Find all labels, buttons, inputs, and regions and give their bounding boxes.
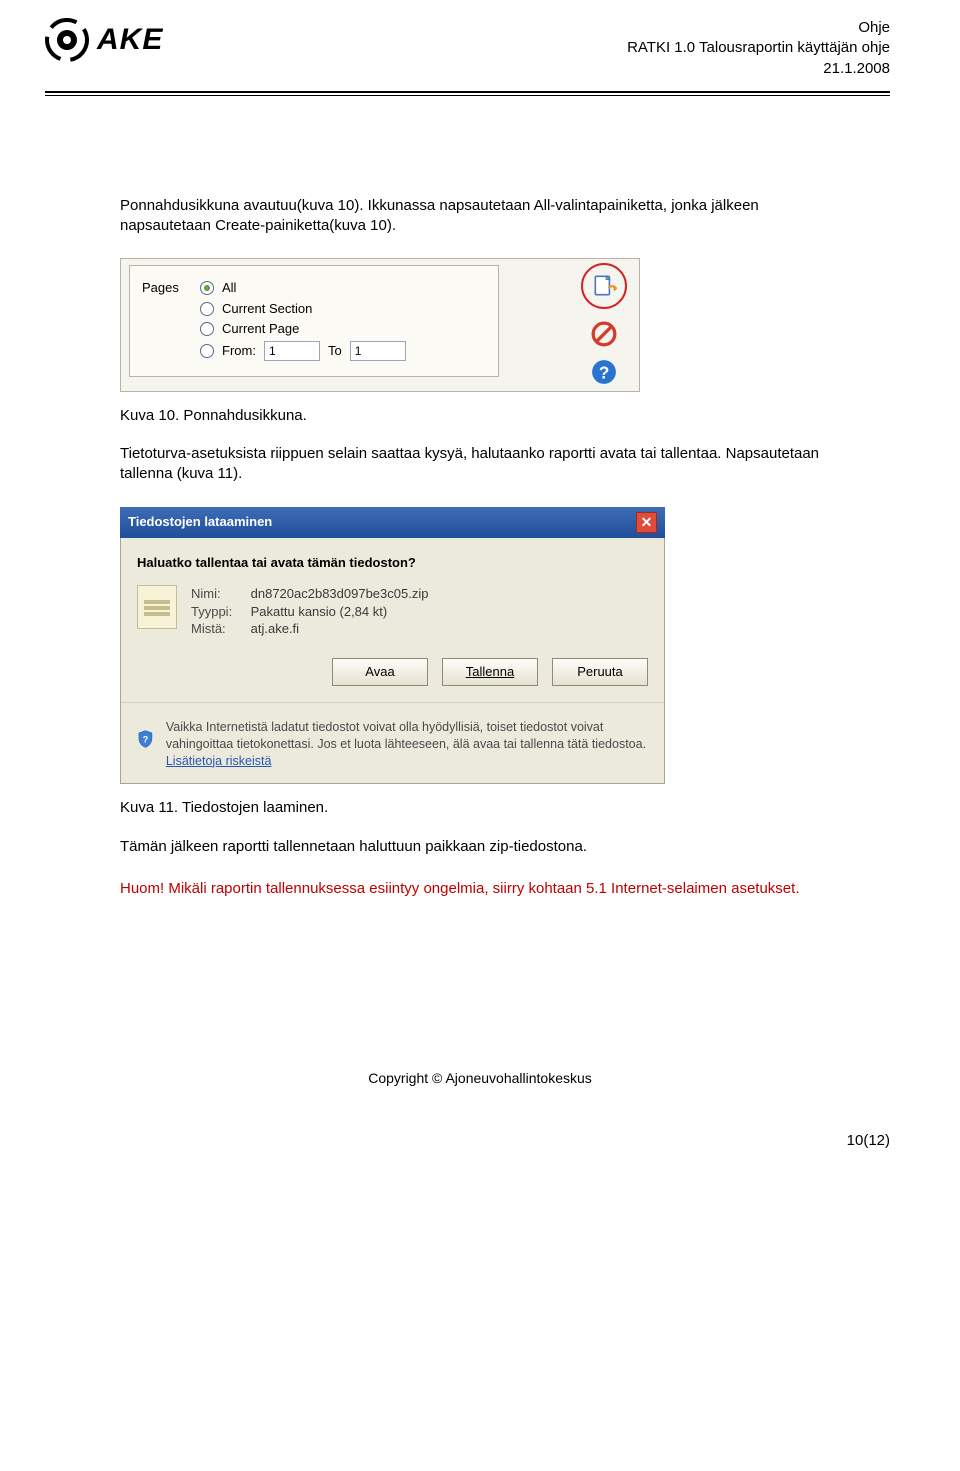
paragraph: Tämän jälkeen raportti tallennetaan halu… (120, 837, 840, 857)
radio-all[interactable] (200, 281, 214, 295)
logo-icon (45, 18, 89, 62)
from-label: From: (222, 342, 256, 360)
pages-group: Pages All Current Section Current Page F… (129, 265, 499, 377)
type-label: Tyyppi: (191, 603, 247, 621)
dialog-title: Tiedostojen lataaminen (128, 513, 272, 531)
header-line-2: RATKI 1.0 Talousraportin käyttäjän ohje (627, 38, 890, 58)
document-body: Ponnahdusikkuna avautuu(kuva 10). Ikkuna… (0, 96, 960, 1128)
cancel-icon[interactable] (591, 321, 617, 347)
shield-icon: ? (137, 719, 154, 759)
dialog-warning: ? Vaikka Internetistä ladatut tiedostot … (137, 719, 648, 770)
radio-all-label: All (222, 279, 236, 297)
radio-current-page[interactable] (200, 322, 214, 336)
figure-caption-10: Kuva 10. Ponnahdusikkuna. (120, 406, 840, 426)
brand-name: AKE (97, 23, 163, 57)
pages-panel: Pages All Current Section Current Page F… (120, 258, 640, 392)
svg-text:?: ? (143, 734, 149, 744)
export-icon[interactable] (591, 273, 617, 299)
cancel-button[interactable]: Peruuta (552, 658, 648, 686)
save-button[interactable]: Tallenna (442, 658, 538, 686)
radio-current-page-label: Current Page (222, 320, 299, 338)
file-icon (137, 585, 177, 629)
from-label: Mistä: (191, 620, 247, 638)
close-icon[interactable]: ✕ (636, 512, 657, 533)
help-icon[interactable]: ? (591, 359, 617, 385)
pages-label: Pages (142, 279, 192, 297)
figure-caption-11: Kuva 11. Tiedostojen laaminen. (120, 798, 840, 818)
risk-info-link[interactable]: Lisätietoja riskeistä (166, 754, 272, 768)
dialog-buttons: Avaa Tallenna Peruuta (137, 658, 648, 686)
header-meta: Ohje RATKI 1.0 Talousraportin käyttäjän … (627, 18, 890, 79)
download-dialog: Tiedostojen lataaminen ✕ Haluatko tallen… (120, 507, 665, 785)
warning-paragraph: Huom! Mikäli raportin tallennuksessa esi… (120, 879, 840, 899)
dialog-question: Haluatko tallentaa tai avata tämän tiedo… (137, 554, 648, 572)
warning-text: Vaikka Internetistä ladatut tiedostot vo… (166, 720, 646, 751)
radio-from[interactable] (200, 344, 214, 358)
panel-side-icons: ? (581, 263, 627, 385)
open-button[interactable]: Avaa (332, 658, 428, 686)
dialog-body: Haluatko tallentaa tai avata tämän tiedo… (120, 538, 665, 785)
paragraph: Ponnahdusikkuna avautuu(kuva 10). Ikkuna… (120, 196, 840, 237)
from-value: atj.ake.fi (251, 621, 299, 636)
to-label: To (328, 342, 342, 360)
page-number: 10(12) (0, 1128, 960, 1173)
dialog-separator (121, 702, 664, 703)
radio-current-section[interactable] (200, 302, 214, 316)
copyright: Copyright © Ajoneuvohallintokeskus (120, 1069, 840, 1088)
type-value: Pakattu kansio (2,84 kt) (251, 604, 388, 619)
header-line-3: 21.1.2008 (627, 59, 890, 79)
brand-logo: AKE (45, 18, 163, 62)
paragraph: Tietoturva-asetuksista riippuen selain s… (120, 444, 840, 485)
name-value: dn8720ac2b83d097be3c05.zip (251, 586, 429, 601)
create-icon-highlight (581, 263, 627, 309)
from-input[interactable]: 1 (264, 341, 320, 361)
page-header: AKE Ohje RATKI 1.0 Talousraportin käyttä… (0, 0, 960, 87)
to-input[interactable]: 1 (350, 341, 406, 361)
header-line-1: Ohje (627, 18, 890, 38)
file-meta: Nimi: dn8720ac2b83d097be3c05.zip Tyyppi:… (191, 585, 428, 638)
name-label: Nimi: (191, 585, 247, 603)
radio-current-section-label: Current Section (222, 300, 312, 318)
dialog-titlebar: Tiedostojen lataaminen ✕ (120, 507, 665, 538)
svg-text:?: ? (599, 363, 610, 383)
